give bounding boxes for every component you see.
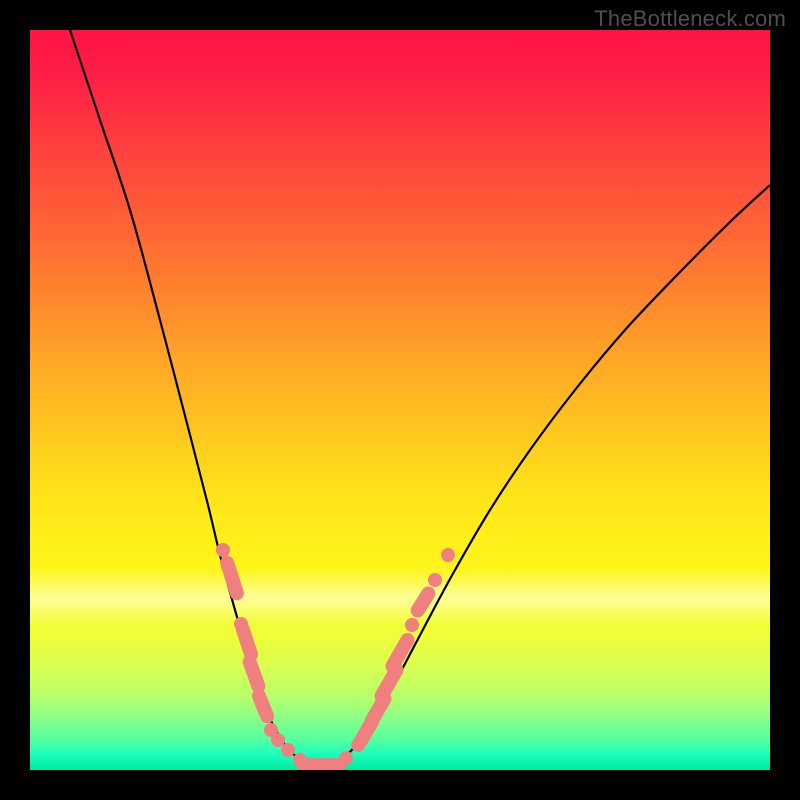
curve-marker-pill	[250, 662, 259, 686]
curve-marker-dot	[339, 751, 353, 765]
curve-marker-dot	[441, 548, 455, 562]
curve-marker-dot	[281, 743, 295, 757]
bottleneck-curve	[70, 30, 770, 766]
curve-marker-dot	[428, 573, 442, 587]
watermark-text: TheBottleneck.com	[594, 6, 786, 32]
curve-marker-pill	[227, 563, 237, 593]
curve-marker-pill	[382, 670, 397, 696]
curve-marker-dot	[216, 543, 230, 557]
curve-markers	[216, 543, 455, 767]
curve-marker-pill	[418, 594, 429, 611]
curve-marker-pill	[243, 630, 251, 655]
chart-plot-area	[30, 30, 770, 770]
curve-marker-dot	[271, 733, 285, 747]
curve-marker-pill	[259, 696, 267, 716]
curve-marker-dot	[405, 618, 419, 632]
chart-svg	[30, 30, 770, 770]
